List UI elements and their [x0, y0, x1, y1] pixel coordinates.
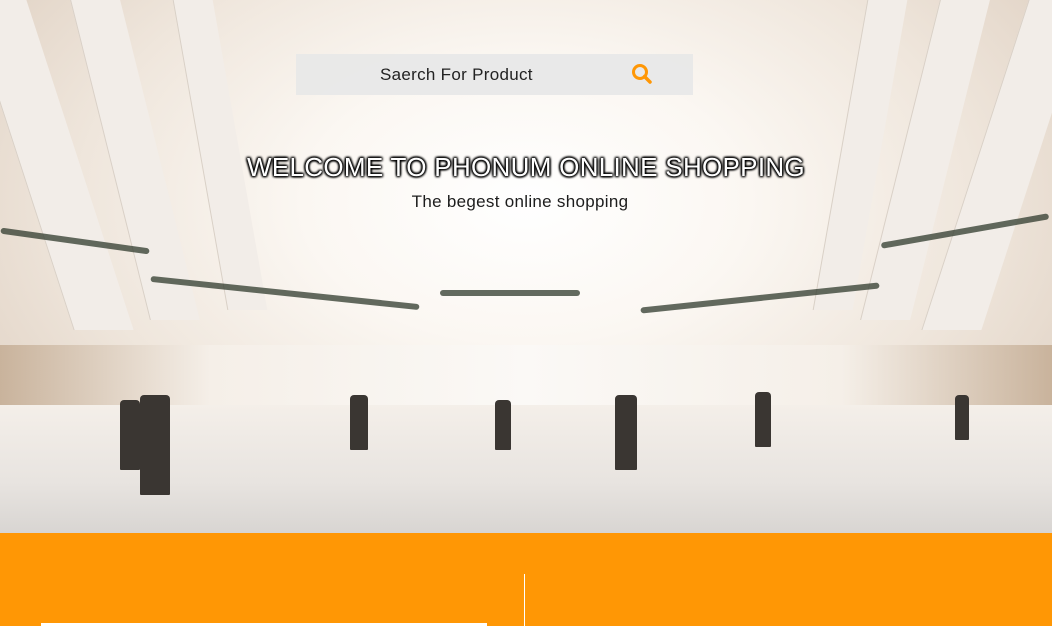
section-divider	[524, 574, 525, 626]
hero-subtitle: The begest online shopping	[411, 192, 629, 211]
search-icon	[632, 63, 652, 84]
shopper-figure	[495, 400, 511, 450]
shopper-figure	[140, 395, 170, 495]
shopper-figure	[120, 400, 140, 470]
hero-banner: WELCOME TO PHONUM ONLINE SHOPPING The be…	[0, 0, 1052, 533]
shopper-figure	[955, 395, 969, 440]
hero-title: WELCOME TO PHONUM ONLINE SHOPPING	[247, 152, 805, 182]
shopper-figure	[615, 395, 637, 470]
search-button[interactable]	[630, 62, 654, 88]
orange-section	[0, 533, 1052, 626]
shopper-figure	[755, 392, 771, 447]
search-bar	[296, 54, 693, 95]
shopper-figure	[350, 395, 368, 450]
garland-decoration	[440, 290, 580, 296]
search-input[interactable]	[296, 54, 616, 95]
